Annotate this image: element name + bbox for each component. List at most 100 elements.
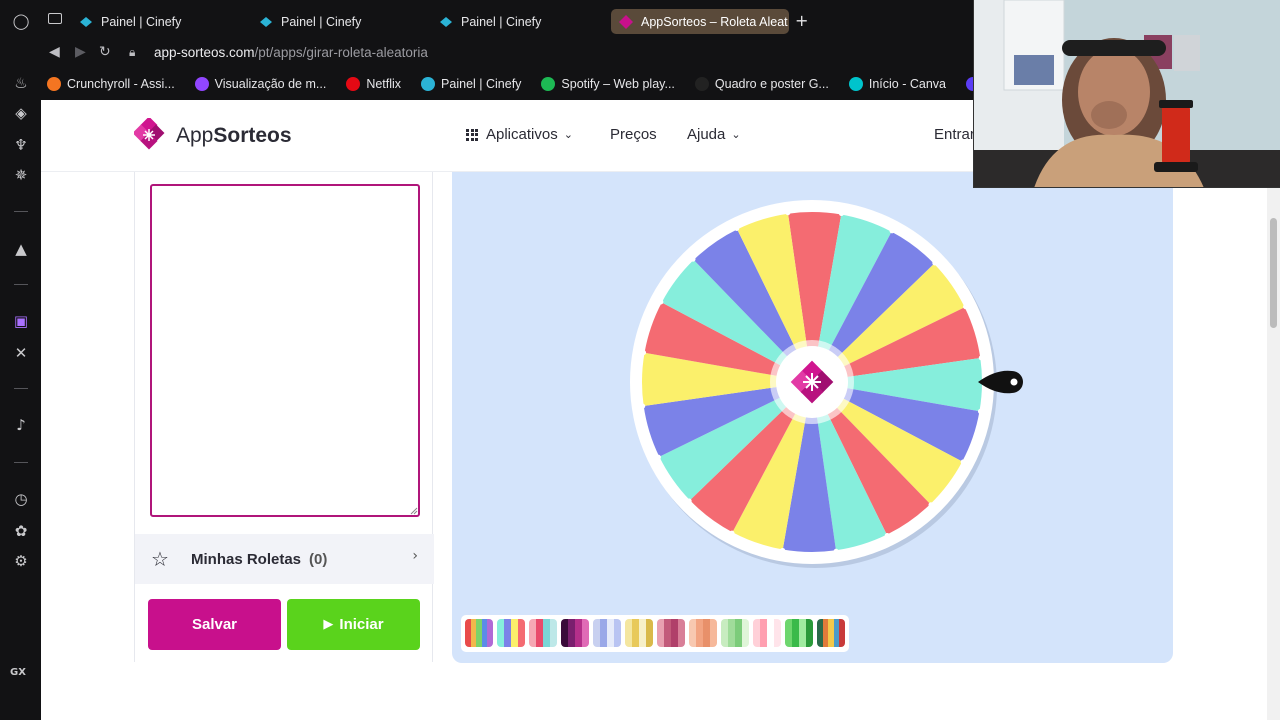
logo-text: AppSorteos bbox=[176, 124, 292, 148]
twitch-icon bbox=[194, 77, 209, 91]
palette-swatch[interactable] bbox=[529, 619, 557, 647]
nav-help-menu[interactable]: Ajuda ⌄ bbox=[687, 126, 741, 143]
palette-swatch[interactable] bbox=[465, 619, 493, 647]
url-field[interactable]: app-sorteos.com/pt/apps/girar-roleta-ale… bbox=[154, 45, 428, 60]
web-page: AppSorteos Aplicativos ⌄ Preços Ajuda ⌄ … bbox=[41, 100, 1280, 720]
cinefy-icon bbox=[421, 77, 436, 91]
netflix-icon bbox=[346, 77, 361, 91]
palette-swatch[interactable] bbox=[497, 619, 525, 647]
bookmark-label: Quadro e poster G... bbox=[714, 77, 829, 91]
nav-apps-menu[interactable]: Aplicativos ⌄ bbox=[466, 126, 573, 143]
entries-panel: ☆ Minhas Roletas (0) › Salvar ▶ Iniciar bbox=[134, 172, 434, 662]
browser-sidebar: ◯ ♨ ◈ ♆ ✵ ▲ ▣ ✕ ♪ ◷ ✿ ⚙ GX bbox=[0, 0, 41, 720]
tab-label: Painel | Cinefy bbox=[461, 14, 542, 29]
bookmark-item[interactable]: Quadro e poster G... bbox=[694, 77, 829, 91]
tab-cinefy-3[interactable]: Painel | Cinefy bbox=[439, 9, 599, 34]
nav-login-link[interactable]: Entrar bbox=[934, 126, 975, 143]
url-path: /pt/apps/girar-roleta-aleatoria bbox=[254, 45, 428, 60]
nav-apps-label: Aplicativos bbox=[486, 126, 558, 143]
canva-icon bbox=[848, 77, 863, 91]
extension-star-icon[interactable]: ✵ bbox=[12, 166, 30, 184]
forward-arrow-icon[interactable]: ▶ bbox=[75, 44, 86, 60]
wheel-peg bbox=[780, 547, 786, 553]
scrollbar-thumb[interactable] bbox=[1270, 218, 1277, 328]
appsorteos-icon bbox=[619, 14, 633, 29]
tab-appsorteos[interactable]: AppSorteos – Roleta Aleat bbox=[611, 9, 789, 34]
palette-swatch[interactable] bbox=[753, 619, 781, 647]
appsorteos-logo[interactable]: AppSorteos bbox=[134, 118, 292, 154]
back-arrow-icon[interactable]: ◀ bbox=[49, 44, 60, 60]
palette-swatch[interactable] bbox=[561, 619, 589, 647]
palette-swatch[interactable] bbox=[721, 619, 749, 647]
new-tab-plus-icon[interactable]: + bbox=[795, 11, 808, 30]
cinefy-icon bbox=[439, 15, 453, 29]
bookmark-label: Início - Canva bbox=[868, 77, 946, 91]
palette-swatch[interactable] bbox=[593, 619, 621, 647]
chevron-down-icon: ⌄ bbox=[563, 128, 573, 141]
sidebar-divider bbox=[14, 284, 28, 285]
opera-gx-logo-icon[interactable]: ◯ bbox=[12, 12, 30, 30]
tab-label: Painel | Cinefy bbox=[281, 14, 362, 29]
my-wheels-row[interactable]: ☆ Minhas Roletas (0) › bbox=[135, 534, 434, 584]
crunchyroll-sidebar-icon[interactable]: ♨ bbox=[12, 74, 30, 92]
my-wheels-count: (0) bbox=[309, 550, 328, 568]
bookmark-item[interactable]: Crunchyroll - Assi... bbox=[47, 77, 175, 91]
palette-swatch[interactable] bbox=[817, 619, 845, 647]
bookmark-label: Painel | Cinefy bbox=[441, 77, 522, 91]
extension-pot-icon[interactable]: ♆ bbox=[12, 136, 30, 154]
bookmark-item[interactable]: Painel | Cinefy bbox=[421, 77, 521, 91]
spin-wheel[interactable] bbox=[452, 172, 1173, 592]
workspace-icon[interactable] bbox=[48, 13, 62, 24]
wheel-peg bbox=[928, 502, 934, 508]
twitch-sidebar-icon[interactable]: ▣ bbox=[12, 312, 30, 330]
chevron-down-icon: ⌄ bbox=[731, 128, 741, 141]
play-icon: ▶ bbox=[323, 617, 334, 632]
palette-swatch[interactable] bbox=[689, 619, 717, 647]
nav-prices-link[interactable]: Preços bbox=[610, 126, 657, 143]
gx-corner-icon[interactable]: GX bbox=[10, 667, 26, 678]
wheel-peg bbox=[978, 355, 984, 361]
x-twitter-icon[interactable]: ✕ bbox=[12, 344, 30, 362]
extension-diamond-icon[interactable]: ◈ bbox=[12, 104, 30, 122]
reload-icon[interactable]: ↻ bbox=[99, 44, 111, 60]
bookmark-item[interactable]: Início - Canva bbox=[848, 77, 946, 91]
nav-prices-label: Preços bbox=[610, 126, 657, 143]
save-button[interactable]: Salvar bbox=[148, 599, 281, 650]
palette-swatch[interactable] bbox=[625, 619, 653, 647]
start-button-label: Iniciar bbox=[339, 616, 384, 633]
wheel-peg bbox=[838, 211, 844, 217]
spotify-icon bbox=[541, 77, 556, 91]
wheel-peg bbox=[734, 225, 740, 231]
palette-swatch[interactable] bbox=[657, 619, 685, 647]
sidebar-divider bbox=[14, 211, 28, 212]
tab-label: AppSorteos – Roleta Aleat bbox=[641, 14, 788, 29]
start-button[interactable]: ▶ Iniciar bbox=[287, 599, 420, 650]
color-palette-selector bbox=[461, 615, 849, 652]
tab-cinefy-2[interactable]: Painel | Cinefy bbox=[259, 9, 419, 34]
bookmark-label: Spotify – Web play... bbox=[561, 77, 675, 91]
history-clock-icon[interactable]: ◷ bbox=[12, 490, 30, 508]
palette-swatch[interactable] bbox=[785, 619, 813, 647]
wheel-peg bbox=[729, 530, 735, 536]
save-button-label: Salvar bbox=[191, 616, 238, 633]
appsorteos-logo-icon bbox=[134, 118, 165, 150]
cinefy-icon bbox=[259, 15, 273, 29]
bookmark-label: Crunchyroll - Assi... bbox=[67, 77, 175, 91]
cinefy-icon bbox=[79, 15, 93, 29]
bookmark-item[interactable]: Spotify – Web play... bbox=[541, 77, 675, 91]
page-scrollbar[interactable] bbox=[1267, 172, 1280, 720]
wheel-pointer-dot bbox=[1010, 378, 1018, 386]
resize-grip-icon[interactable] bbox=[410, 507, 418, 515]
settings-gear-icon[interactable]: ⚙ bbox=[12, 552, 30, 570]
bookmark-label: Netflix bbox=[366, 77, 402, 91]
wheel-peg bbox=[932, 260, 938, 266]
bookmark-item[interactable]: Netflix bbox=[346, 77, 401, 91]
aria-icon[interactable]: ▲ bbox=[12, 240, 30, 258]
music-player-icon[interactable]: ♪ bbox=[12, 416, 30, 434]
github-icon bbox=[694, 77, 709, 91]
wheel-peg bbox=[977, 408, 983, 414]
bookmark-item[interactable]: Visualização de m... bbox=[194, 77, 326, 91]
entries-textarea[interactable] bbox=[150, 184, 420, 517]
extensions-bag-icon[interactable]: ✿ bbox=[12, 522, 30, 540]
tab-cinefy-1[interactable]: Painel | Cinefy bbox=[79, 9, 239, 34]
